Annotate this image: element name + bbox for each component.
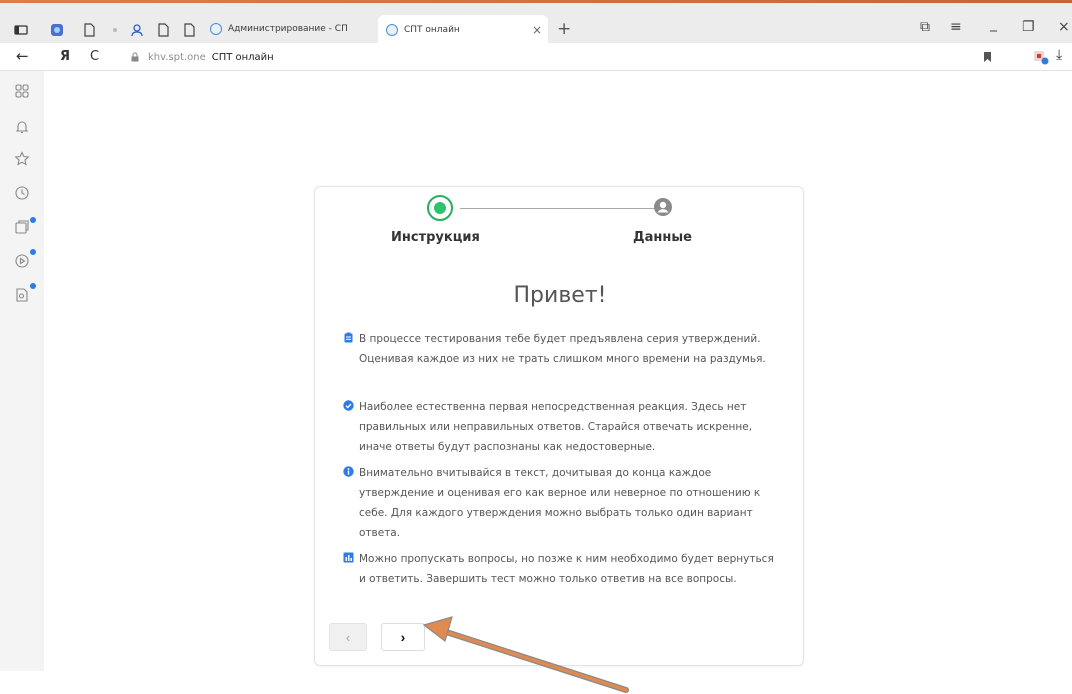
info-circle-icon <box>343 466 354 477</box>
instruction-item: Внимательно вчитывайся в текст, дочитыва… <box>343 463 783 543</box>
reload-icon[interactable]: C <box>90 49 99 64</box>
instruction-text: В процессе тестирования тебе будет предъ… <box>359 333 766 365</box>
address-bar: ← Я C khv.spt.one СПТ онлайн ⤓ <box>0 43 1072 71</box>
lock-icon <box>131 52 139 62</box>
url-page-title: СПТ онлайн <box>211 51 274 63</box>
tab-label: Администрирование - СП <box>228 24 348 34</box>
document-search-icon[interactable] <box>14 287 30 303</box>
step-data-user-icon <box>654 198 672 216</box>
stepper-line <box>460 208 655 209</box>
url-field[interactable]: khv.spt.one СПТ онлайн <box>130 49 274 65</box>
new-tab-icon[interactable]: + <box>557 19 571 39</box>
pinned-tab-doc3-icon[interactable] <box>182 23 196 37</box>
clipboard-icon <box>344 332 353 343</box>
grid-icon[interactable] <box>14 83 30 99</box>
pinned-tab-blank-icon[interactable] <box>108 23 122 37</box>
notification-dot <box>30 217 36 223</box>
back-icon[interactable]: ← <box>16 47 29 65</box>
browser-window: Администрирование - СП СПТ онлайн × + ⧉ … <box>0 0 1072 694</box>
instruction-text: Наиболее естественна первая непосредстве… <box>359 401 753 453</box>
tab-close-icon[interactable]: × <box>532 23 542 37</box>
step-label-instruction: Инструкция <box>391 230 480 245</box>
close-window-icon[interactable]: × <box>1058 19 1070 35</box>
history-icon[interactable] <box>14 185 30 201</box>
collections-icon[interactable] <box>14 219 30 235</box>
instruction-item: Наиболее естественна первая непосредстве… <box>343 397 783 457</box>
tab-administration[interactable]: Администрирование - СП <box>210 17 370 41</box>
tab-label: СПТ онлайн <box>404 25 460 35</box>
browser-sidebar <box>0 71 44 671</box>
step-instruction-active-icon <box>427 195 453 221</box>
bar-chart-icon <box>343 552 354 563</box>
pinned-tab-doc-icon[interactable] <box>82 23 96 37</box>
url-host: khv.spt.one <box>148 51 206 63</box>
minimize-icon[interactable]: _ <box>990 16 997 32</box>
menu-icon[interactable]: ≡ <box>950 19 962 35</box>
next-button[interactable]: › <box>381 623 425 651</box>
step-label-data: Данные <box>633 230 692 245</box>
instruction-item: Можно пропускать вопросы, но позже к ним… <box>343 549 783 589</box>
pinned-tab-app-icon[interactable] <box>50 23 64 37</box>
tab-spt-online[interactable]: СПТ онлайн <box>378 15 548 45</box>
instruction-item: В процессе тестирования тебе будет предъ… <box>343 329 783 369</box>
restore-icon[interactable]: ❐ <box>1022 19 1035 35</box>
notification-dot <box>30 283 36 289</box>
globe-icon <box>210 23 222 35</box>
sidebar-toggle-icon[interactable] <box>14 23 28 37</box>
bell-icon[interactable] <box>14 119 30 135</box>
instruction-card: Инструкция Данные Привет! В процессе тес… <box>314 186 804 666</box>
bookmark-icon[interactable] <box>984 52 991 62</box>
extension-icon[interactable] <box>1033 49 1049 65</box>
greeting-title: Привет! <box>513 283 607 308</box>
notification-dot <box>30 249 36 255</box>
check-circle-icon <box>343 400 354 411</box>
tabs-menu-icon[interactable]: ⧉ <box>920 19 930 35</box>
instruction-text: Можно пропускать вопросы, но позже к ним… <box>359 553 774 585</box>
tab-strip: Администрирование - СП СПТ онлайн × + ⧉ … <box>0 3 1072 47</box>
download-icon[interactable]: ⤓ <box>1056 47 1062 63</box>
prev-button[interactable]: ‹ <box>329 623 367 651</box>
media-play-icon[interactable] <box>14 253 30 269</box>
instruction-text: Внимательно вчитывайся в текст, дочитыва… <box>359 467 761 539</box>
star-icon[interactable] <box>14 151 30 167</box>
yandex-logo-icon[interactable]: Я <box>60 49 70 64</box>
pinned-tab-doc2-icon[interactable] <box>156 23 170 37</box>
globe-icon <box>386 24 398 36</box>
pinned-tab-user-icon[interactable] <box>130 23 144 37</box>
